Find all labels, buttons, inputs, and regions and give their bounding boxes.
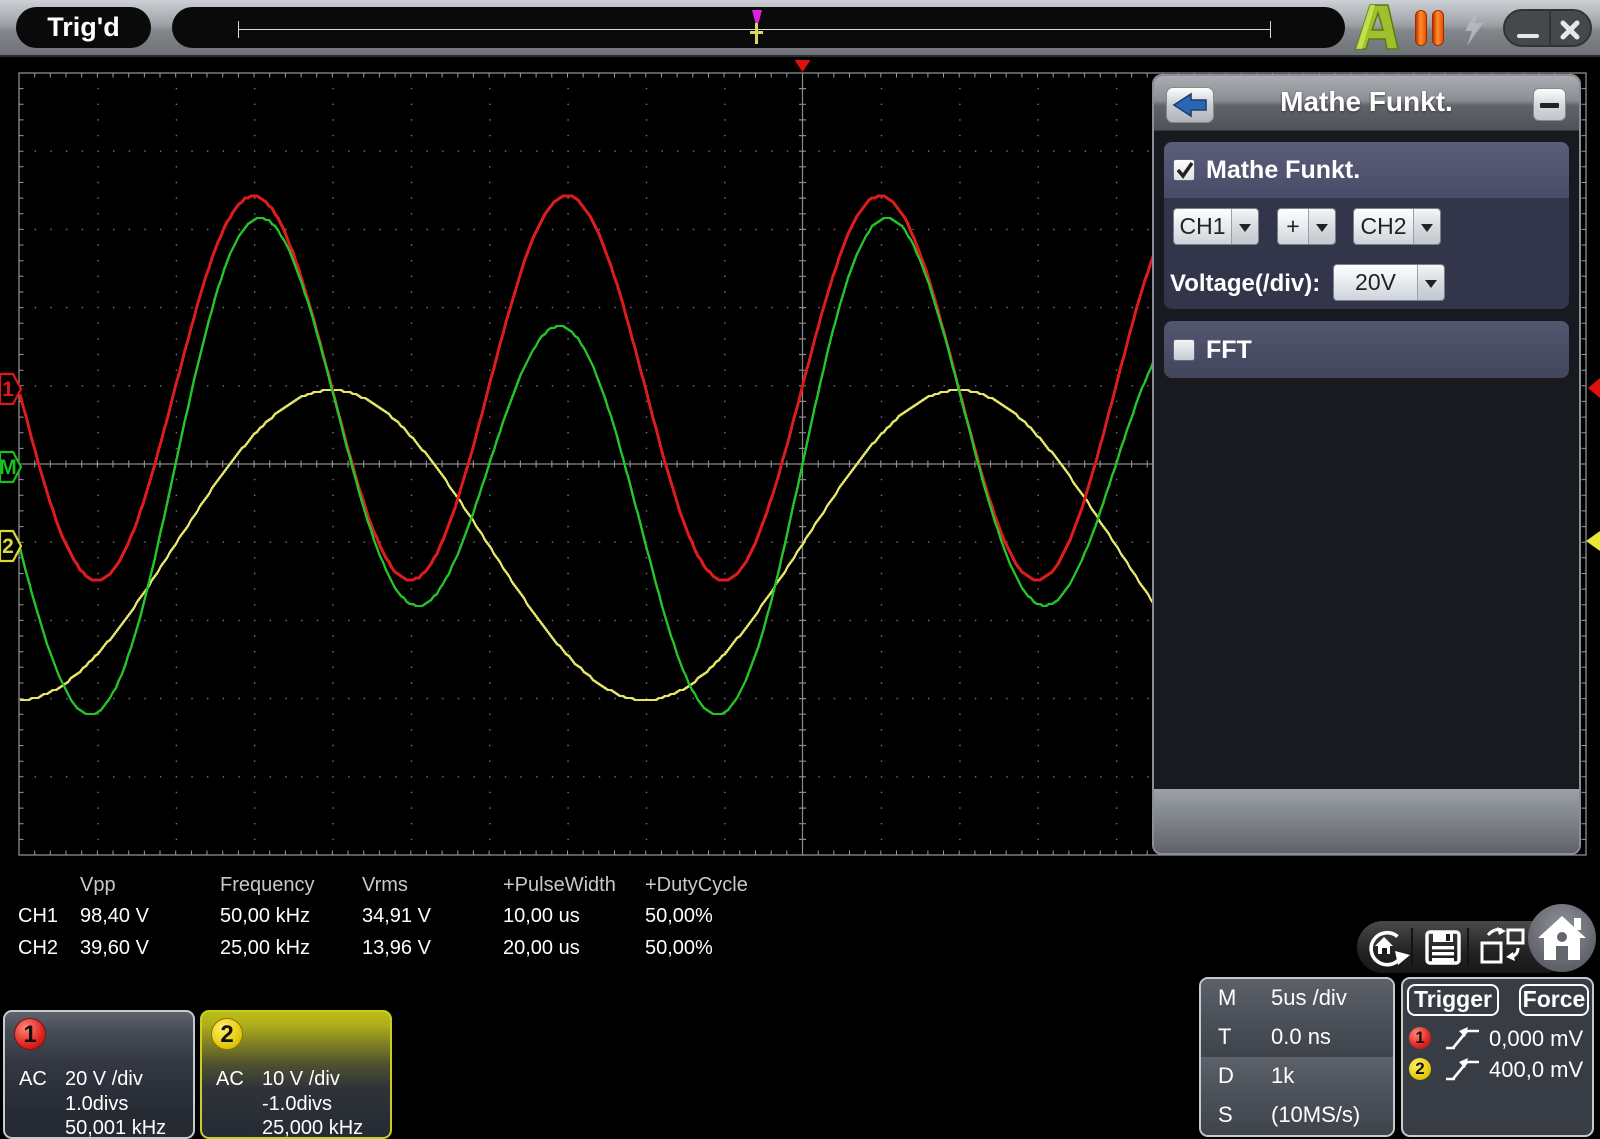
svg-text:2: 2 (2, 535, 14, 558)
svg-text:1: 1 (2, 378, 14, 401)
svg-text:M: M (0, 456, 17, 479)
